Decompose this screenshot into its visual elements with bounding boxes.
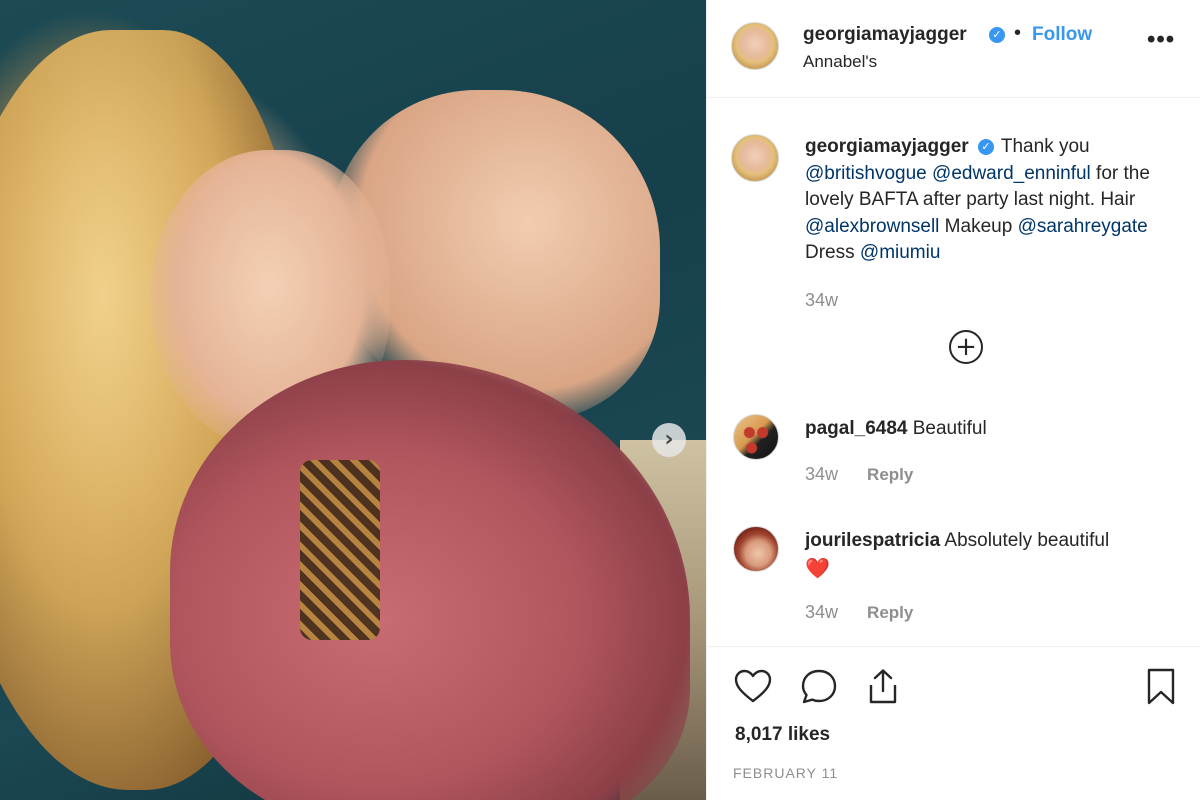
reply-button[interactable]: Reply bbox=[867, 465, 913, 484]
comment-text: jourilespatricia Absolutely beautiful ❤️ bbox=[805, 528, 1175, 583]
comment-body: Beautiful bbox=[912, 418, 987, 439]
plus-circle-icon: + bbox=[955, 332, 977, 362]
heart-emoji-icon: ❤️ bbox=[805, 555, 830, 580]
reply-button[interactable]: Reply bbox=[867, 603, 913, 622]
post-location[interactable]: Annabel's bbox=[803, 52, 877, 72]
post-actions: 8,017 likes FEBRUARY 11 bbox=[707, 646, 1200, 800]
caption-text-segment: Thank you bbox=[995, 136, 1090, 157]
chevron-right-icon: › bbox=[664, 427, 674, 452]
caption-mention-link[interactable]: @edward_enninful bbox=[932, 163, 1091, 184]
post-header: georgiamayjagger ✓ • Follow Annabel's ••… bbox=[707, 0, 1200, 98]
photo-feather-boa-region bbox=[170, 360, 690, 800]
speech-bubble-icon[interactable] bbox=[799, 667, 839, 707]
commenter-avatar[interactable] bbox=[733, 526, 779, 572]
commenter-avatar[interactable] bbox=[733, 414, 779, 460]
caption-text-segment: Makeup bbox=[939, 215, 1018, 237]
caption-author-avatar[interactable] bbox=[731, 134, 779, 182]
header-separator: • bbox=[1014, 22, 1022, 44]
verified-badge-icon: ✓ bbox=[977, 138, 994, 155]
caption-author-username[interactable]: georgiamayjagger bbox=[805, 136, 969, 157]
commenter-username[interactable]: pagal_6484 bbox=[805, 418, 907, 439]
comment-text: pagal_6484 Beautiful bbox=[805, 416, 1175, 443]
comment-meta: 34w Reply bbox=[805, 602, 913, 623]
comment-timestamp[interactable]: 34w bbox=[805, 464, 838, 484]
comment-body: Absolutely beautiful bbox=[944, 530, 1110, 551]
post-photo[interactable]: › bbox=[0, 0, 706, 800]
more-options-button[interactable]: ••• bbox=[1147, 28, 1175, 52]
caption-mention-link[interactable]: @miumiu bbox=[860, 242, 941, 263]
comment-timestamp[interactable]: 34w bbox=[805, 602, 838, 622]
post-sidebar: georgiamayjagger ✓ • Follow Annabel's ••… bbox=[706, 0, 1200, 800]
author-username[interactable]: georgiamayjagger bbox=[803, 24, 967, 46]
comment-meta: 34w Reply bbox=[805, 464, 913, 485]
next-photo-button[interactable]: › bbox=[652, 423, 686, 457]
caption-mention-link[interactable]: @sarahreygate bbox=[1018, 216, 1148, 237]
bookmark-icon[interactable] bbox=[1141, 667, 1181, 707]
load-more-comments-button[interactable]: + bbox=[949, 330, 983, 364]
follow-button[interactable]: Follow bbox=[1032, 24, 1092, 46]
heart-outline-icon[interactable] bbox=[733, 667, 773, 707]
likes-count[interactable]: 8,017 likes bbox=[735, 724, 830, 746]
author-avatar[interactable] bbox=[731, 22, 779, 70]
caption-text: georgiamayjagger ✓ Thank you @britishvog… bbox=[805, 134, 1185, 267]
caption-timestamp[interactable]: 34w bbox=[805, 290, 838, 311]
photo-dress-region bbox=[300, 460, 380, 640]
verified-badge-icon: ✓ bbox=[989, 27, 1005, 43]
caption-text-segment: Dress bbox=[805, 242, 860, 263]
post-date[interactable]: FEBRUARY 11 bbox=[733, 765, 838, 781]
caption-mention-link[interactable]: @britishvogue bbox=[805, 163, 927, 184]
caption-mention-link[interactable]: @alexbrownsell bbox=[805, 216, 939, 237]
commenter-username[interactable]: jourilespatricia bbox=[805, 530, 940, 551]
share-upload-icon[interactable] bbox=[863, 667, 903, 707]
